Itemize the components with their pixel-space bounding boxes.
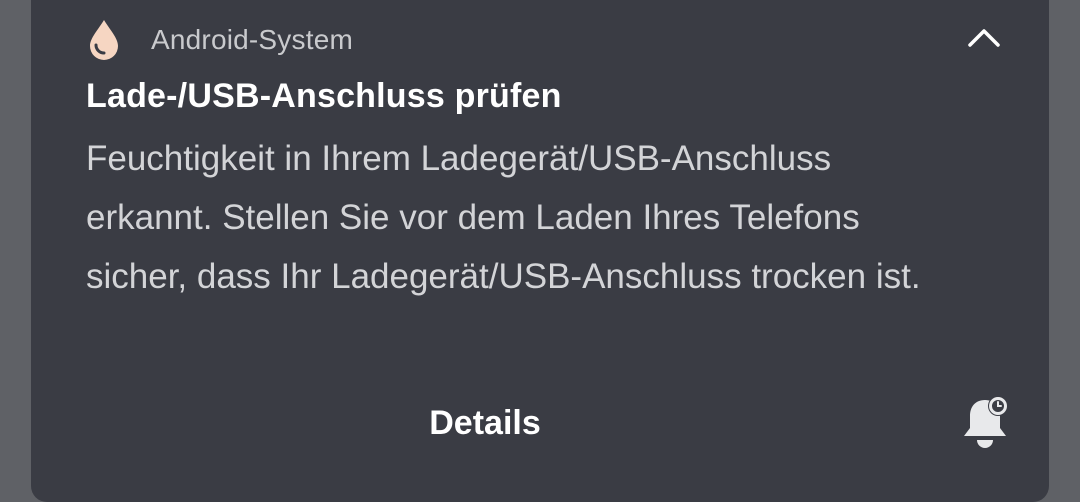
app-name: Android-System [151, 24, 353, 55]
water-drop-icon [86, 18, 122, 60]
bell-snooze-icon [958, 396, 1012, 456]
notification-message: Feuchtigkeit in Ihrem Ladegerät/USB-Ansc… [86, 139, 921, 296]
collapse-button[interactable] [962, 18, 1006, 58]
details-button[interactable]: Details [405, 393, 565, 453]
chevron-up-icon [962, 29, 1006, 62]
notification-title: Lade-/USB-Anschluss prüfen [86, 77, 562, 115]
snooze-button[interactable] [958, 394, 1012, 452]
